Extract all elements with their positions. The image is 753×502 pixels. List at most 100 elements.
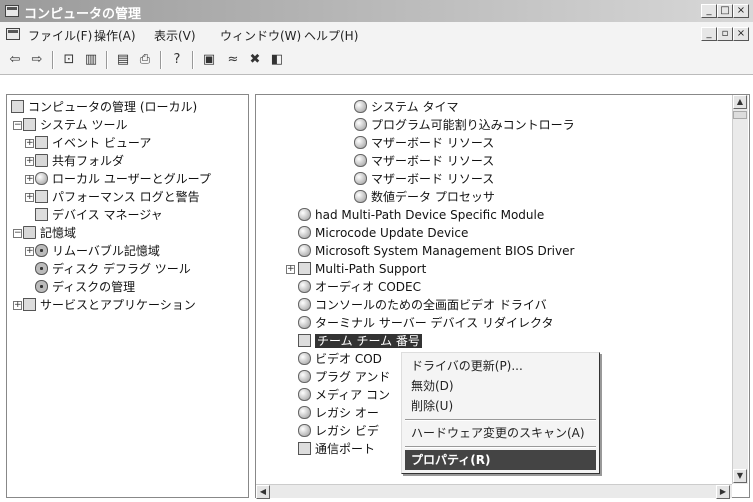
device-item[interactable]: マザーボード リソース	[354, 152, 494, 170]
device-icon	[298, 370, 311, 383]
tree-item-shared-folders[interactable]: 共有フォルダ	[35, 152, 124, 170]
tree-item-event-viewer[interactable]: イベント ビューア	[35, 134, 151, 152]
child-restore-button[interactable]: ▫	[717, 27, 733, 41]
tree-item-root[interactable]: コンピュータの管理 (ローカル)	[11, 98, 197, 116]
expand-icon[interactable]: +	[13, 301, 22, 310]
toolbar: ⇦ ⇨ ⊡ ▥ ▤ ⎙ ? ▣ ≈ ✖ ◧	[0, 46, 753, 75]
show-tree-icon[interactable]: ▥	[82, 52, 100, 68]
device-icon	[354, 190, 367, 203]
update-driver-icon[interactable]: ◧	[268, 52, 286, 68]
maximize-button[interactable]: □	[717, 4, 733, 18]
media-icon	[298, 388, 311, 401]
collapse-icon[interactable]: −	[13, 121, 22, 130]
child-minimize-button[interactable]: _	[701, 27, 717, 41]
computer-icon	[11, 100, 24, 113]
device-item[interactable]: Microsoft System Management BIOS Driver	[298, 242, 574, 260]
print-icon[interactable]: ⎙	[136, 52, 154, 68]
storage-icon	[23, 226, 36, 239]
help-icon[interactable]: ?	[168, 52, 186, 68]
audio-icon	[298, 406, 311, 419]
device-item[interactable]: プログラム可能割り込みコントローラ	[354, 116, 575, 134]
up-level-icon[interactable]: ⊡	[60, 52, 78, 68]
scroll-up-button[interactable]: ▲	[733, 95, 747, 109]
expand-icon[interactable]: +	[25, 193, 34, 202]
disk-management-icon	[35, 280, 48, 293]
close-button[interactable]: ×	[733, 4, 749, 18]
back-icon[interactable]: ⇦	[6, 52, 24, 68]
menu-properties[interactable]: プロパティ(R)	[405, 450, 596, 470]
device-item[interactable]: メディア コン	[298, 386, 390, 404]
collapse-icon[interactable]: −	[13, 229, 22, 238]
tree-item-removable-storage[interactable]: リムーバブル記憶域	[35, 242, 160, 260]
video-icon	[298, 424, 311, 437]
menu-update-driver[interactable]: ドライバの更新(P)...	[405, 356, 596, 376]
menu-view[interactable]: 表示(V)	[154, 27, 196, 44]
defrag-icon	[35, 262, 48, 275]
console-tree-pane[interactable]: コンピュータの管理 (ローカル) − システム ツール + イベント ビューア …	[6, 94, 249, 498]
device-item[interactable]: オーディオ CODEC	[298, 278, 421, 296]
audio-icon	[298, 280, 311, 293]
device-item[interactable]: システム タイマ	[354, 98, 458, 116]
menu-disable[interactable]: 無効(D)	[405, 376, 596, 396]
uninstall-device-icon[interactable]: ✖	[246, 52, 264, 68]
scroll-down-button[interactable]: ▼	[733, 469, 747, 483]
menu-window[interactable]: ウィンドウ(W)	[220, 27, 301, 44]
device-item[interactable]: Multi-Path Support	[298, 260, 426, 278]
device-item[interactable]: マザーボード リソース	[354, 170, 494, 188]
device-item[interactable]: プラグ アンド	[298, 368, 390, 386]
device-item[interactable]: had Multi-Path Device Specific Module	[298, 206, 544, 224]
tree-item-performance-logs[interactable]: パフォーマンス ログと警告	[35, 188, 200, 206]
child-close-button[interactable]: ×	[733, 27, 749, 41]
device-item[interactable]: コンソールのための全画面ビデオ ドライバ	[298, 296, 547, 314]
menu-uninstall[interactable]: 削除(U)	[405, 396, 596, 416]
device-icon	[354, 136, 367, 149]
performance-icon	[35, 190, 48, 203]
menu-scan-hardware[interactable]: ハードウェア変更のスキャン(A)	[405, 423, 596, 443]
menu-file[interactable]: ファイル(F)	[28, 27, 92, 44]
removable-storage-icon	[35, 244, 48, 257]
forward-icon[interactable]: ⇨	[28, 52, 46, 68]
expand-icon[interactable]: +	[25, 247, 34, 256]
tree-item-services-apps[interactable]: サービスとアプリケーション	[23, 296, 196, 314]
tree-item-device-manager[interactable]: デバイス マネージャ	[35, 206, 163, 224]
menu-action[interactable]: 操作(A)	[94, 27, 136, 44]
device-item[interactable]: Microcode Update Device	[298, 224, 468, 242]
expand-icon[interactable]: +	[25, 157, 34, 166]
device-item-selected[interactable]: チーム チーム 番号	[298, 332, 422, 350]
device-item[interactable]: 通信ポート	[298, 440, 375, 458]
device-icon	[298, 298, 311, 311]
vertical-scrollbar[interactable]: ▲ ▼	[732, 95, 748, 484]
tree-item-disk-management[interactable]: ディスクの管理	[35, 278, 135, 296]
scroll-right-button[interactable]: ▶	[716, 485, 730, 499]
device-item[interactable]: ターミナル サーバー デバイス リダイレクタ	[298, 314, 554, 332]
scroll-thumb[interactable]	[733, 111, 747, 119]
horizontal-scrollbar[interactable]: ◀ ▶	[256, 484, 732, 499]
menu-separator	[405, 446, 596, 447]
services-icon	[23, 298, 36, 311]
expand-icon[interactable]: +	[25, 139, 34, 148]
scan-hardware-icon[interactable]: ▣	[200, 52, 218, 68]
device-item[interactable]: レガシ オー	[298, 404, 379, 422]
network-team-icon	[298, 334, 311, 347]
device-item[interactable]: マザーボード リソース	[354, 134, 494, 152]
properties-icon[interactable]: ▤	[114, 52, 132, 68]
expand-icon[interactable]: +	[286, 265, 295, 274]
tree-item-disk-defrag[interactable]: ディスク デフラグ ツール	[35, 260, 191, 278]
device-item[interactable]: 数値データ プロセッサ	[354, 188, 495, 206]
expand-icon[interactable]: +	[25, 175, 34, 184]
scroll-left-button[interactable]: ◀	[256, 485, 270, 499]
device-item[interactable]: ビデオ COD	[298, 350, 382, 368]
device-icon	[298, 226, 311, 239]
device-icon	[354, 118, 367, 131]
disable-device-icon[interactable]: ≈	[224, 52, 242, 68]
tree-item-system-tools[interactable]: システム ツール	[23, 116, 127, 134]
tree-item-storage[interactable]: 記憶域	[23, 224, 76, 242]
device-item[interactable]: レガシ ビデ	[298, 422, 379, 440]
users-icon	[35, 172, 48, 185]
minimize-button[interactable]: _	[701, 4, 717, 18]
mmc-window-icon	[6, 28, 20, 40]
tree-item-local-users[interactable]: ローカル ユーザーとグループ	[35, 170, 211, 188]
device-icon	[298, 244, 311, 257]
device-manager-icon	[35, 208, 48, 221]
menu-help[interactable]: ヘルプ(H)	[304, 27, 358, 44]
